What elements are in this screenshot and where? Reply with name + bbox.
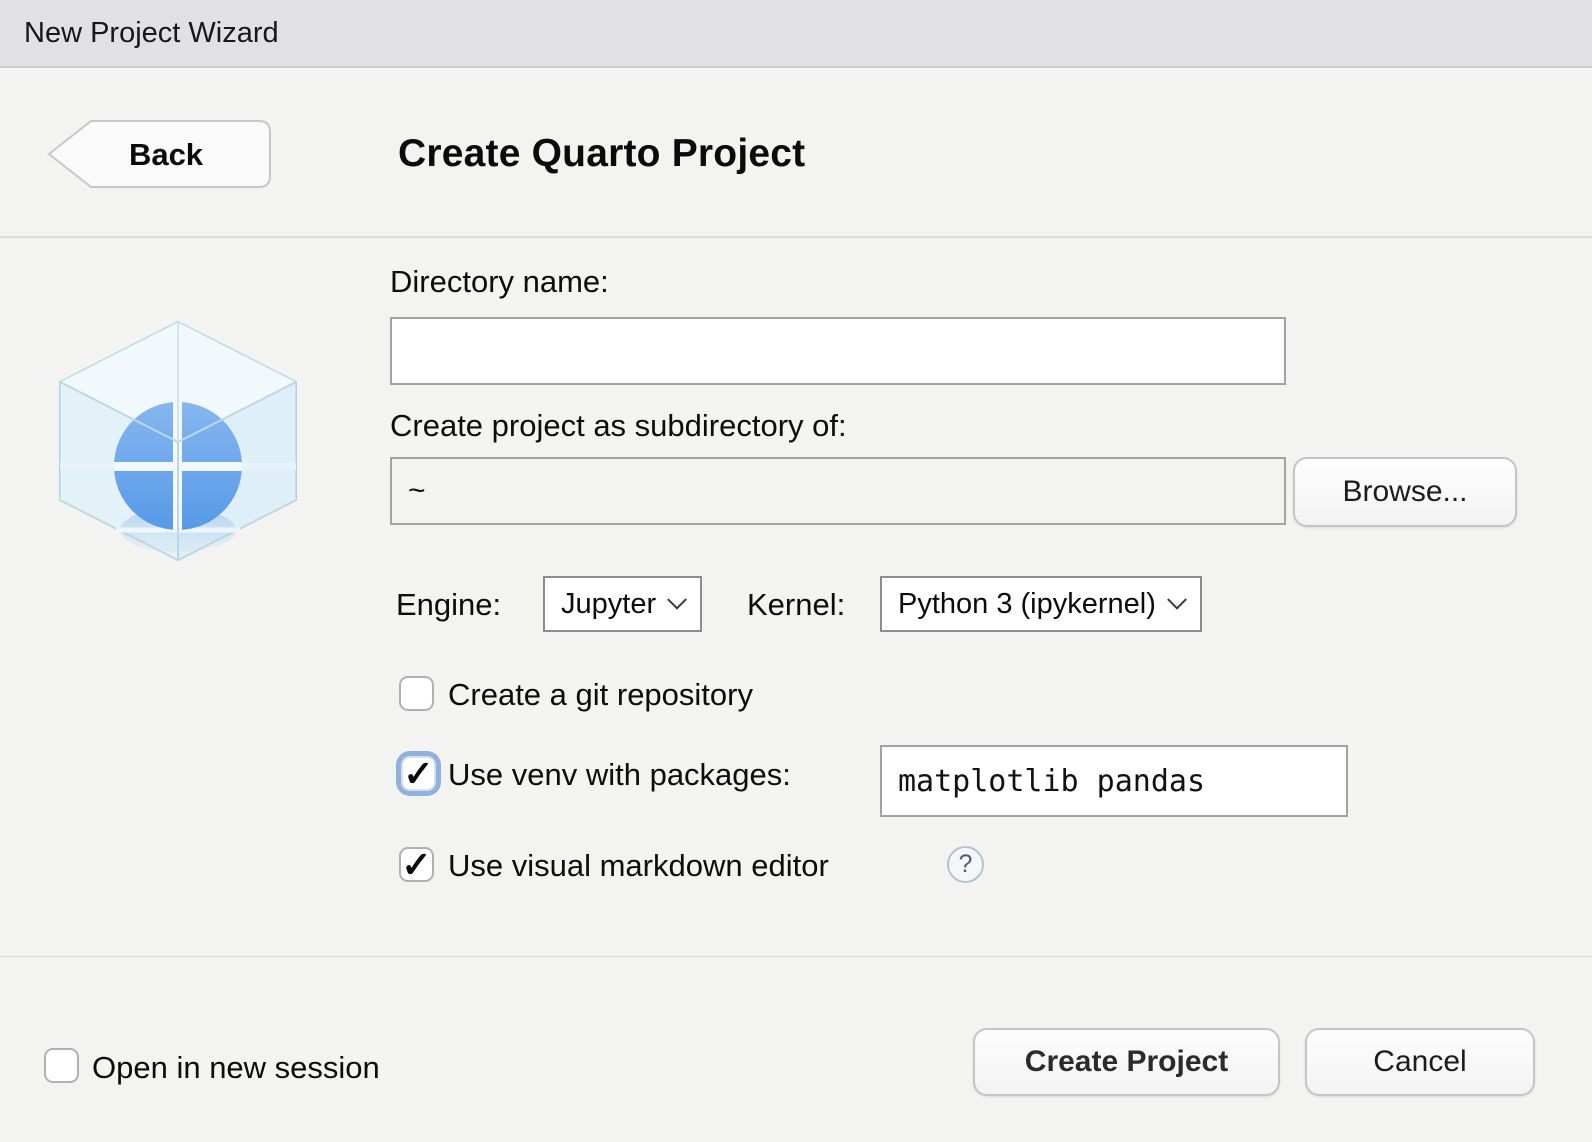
git-repository-label: Create a git repository (448, 677, 753, 713)
visual-markdown-editor-checkbox[interactable]: ✓ (399, 847, 434, 882)
chevron-down-icon (1167, 590, 1187, 610)
chevron-down-icon (667, 590, 687, 610)
engine-selected-value: Jupyter (561, 588, 656, 621)
window-titlebar: New Project Wizard (0, 0, 1592, 68)
wizard-footer: Open in new session Create Project Cance… (0, 956, 1592, 1142)
directory-name-label: Directory name: (390, 264, 609, 300)
kernel-label: Kernel: (747, 587, 845, 623)
visual-markdown-editor-label: Use visual markdown editor (448, 848, 829, 884)
open-in-new-session-label: Open in new session (92, 1050, 380, 1086)
open-in-new-session-checkbox[interactable] (44, 1048, 79, 1083)
wizard-header: Back Create Quarto Project (0, 70, 1592, 238)
subdirectory-input[interactable] (390, 457, 1286, 525)
question-mark-glyph: ? (959, 850, 973, 879)
venv-checkbox[interactable]: ✓ (401, 756, 436, 791)
venv-label: Use venv with packages: (448, 757, 791, 793)
create-project-button[interactable]: Create Project (973, 1028, 1280, 1096)
page-title: Create Quarto Project (398, 114, 805, 194)
cancel-button-label: Cancel (1373, 1045, 1466, 1079)
browse-button[interactable]: Browse... (1293, 457, 1517, 527)
quarto-logo (46, 316, 310, 566)
engine-select[interactable]: Jupyter (543, 576, 702, 632)
back-button[interactable]: Back (46, 117, 274, 191)
new-project-wizard-dialog: New Project Wizard Back Create Quarto Pr… (0, 0, 1592, 1142)
create-project-button-label: Create Project (1025, 1045, 1228, 1079)
venv-packages-input[interactable] (880, 745, 1348, 817)
kernel-selected-value: Python 3 (ipykernel) (898, 588, 1156, 621)
git-repository-checkbox[interactable] (399, 676, 434, 711)
browse-button-label: Browse... (1342, 475, 1467, 509)
cancel-button[interactable]: Cancel (1305, 1028, 1535, 1096)
directory-name-input[interactable] (390, 317, 1286, 385)
kernel-select[interactable]: Python 3 (ipykernel) (880, 576, 1202, 632)
subdirectory-label: Create project as subdirectory of: (390, 408, 847, 444)
help-icon[interactable]: ? (947, 846, 984, 883)
window-title: New Project Wizard (24, 0, 279, 66)
engine-label: Engine: (396, 587, 501, 623)
wizard-body: Directory name: Create project as subdir… (0, 240, 1592, 956)
back-button-label: Back (129, 137, 204, 172)
